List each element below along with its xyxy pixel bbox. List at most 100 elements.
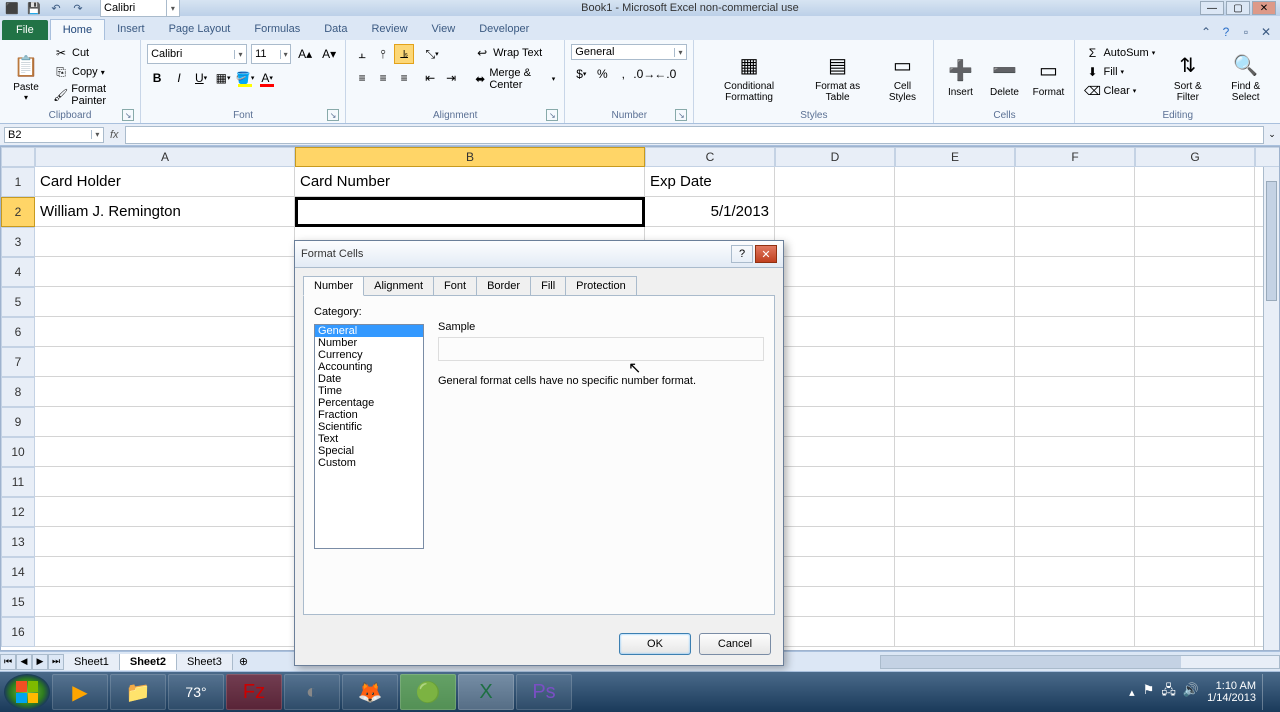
cell-E1[interactable] xyxy=(895,167,1015,197)
cell-A14[interactable] xyxy=(35,557,295,587)
new-sheet-button[interactable]: ⊕ xyxy=(233,655,254,668)
col-header-H[interactable]: H xyxy=(1255,147,1280,167)
qat-font-combo[interactable]: ▾ xyxy=(100,0,180,17)
expand-formula-bar[interactable]: ⌄ xyxy=(1264,129,1280,140)
orientation-icon[interactable]: ⤡▾ xyxy=(422,44,442,64)
cell-F9[interactable] xyxy=(1015,407,1135,437)
align-bottom-icon[interactable]: ⫡ xyxy=(394,44,414,64)
network-icon[interactable]: 🖧 xyxy=(1161,682,1176,697)
comma-format-icon[interactable]: , xyxy=(613,64,633,84)
number-launcher[interactable]: ↘ xyxy=(675,109,687,121)
sheet-tab-sheet3[interactable]: Sheet3 xyxy=(177,654,233,670)
cell-styles-button[interactable]: ▭Cell Styles xyxy=(877,44,927,108)
percent-format-icon[interactable]: % xyxy=(592,64,612,84)
cell-C1[interactable]: Exp Date xyxy=(645,167,775,197)
fill-color-button[interactable]: 🪣▾ xyxy=(235,68,255,88)
cell-D12[interactable] xyxy=(775,497,895,527)
shrink-font-icon[interactable]: A▾ xyxy=(319,44,339,64)
dialog-tab-font[interactable]: Font xyxy=(433,276,477,296)
cell-A8[interactable] xyxy=(35,377,295,407)
find-select-button[interactable]: 🔍Find & Select xyxy=(1217,44,1274,108)
cell-G15[interactable] xyxy=(1135,587,1255,617)
dialog-tab-border[interactable]: Border xyxy=(476,276,531,296)
dialog-tab-protection[interactable]: Protection xyxy=(565,276,637,296)
cell-A1[interactable]: Card Holder xyxy=(35,167,295,197)
cell-A13[interactable] xyxy=(35,527,295,557)
row-header-2[interactable]: 2 xyxy=(1,197,35,227)
cell-E7[interactable] xyxy=(895,347,1015,377)
row-header-8[interactable]: 8 xyxy=(1,377,35,407)
decrease-indent-icon[interactable]: ⇤ xyxy=(420,68,440,88)
ok-button[interactable]: OK xyxy=(619,633,691,655)
copy-button[interactable]: ⎘Copy▾ xyxy=(50,63,134,81)
category-item-special[interactable]: Special xyxy=(315,445,423,457)
taskbar-explorer[interactable]: 📁 xyxy=(110,674,166,710)
dialog-close-button[interactable]: ✕ xyxy=(755,245,777,263)
font-launcher[interactable]: ↘ xyxy=(327,109,339,121)
col-header-E[interactable]: E xyxy=(895,147,1015,167)
cell-E6[interactable] xyxy=(895,317,1015,347)
cell-A15[interactable] xyxy=(35,587,295,617)
sheet-nav-next[interactable]: ▶ xyxy=(32,654,48,670)
col-header-G[interactable]: G xyxy=(1135,147,1255,167)
tab-formulas[interactable]: Formulas xyxy=(242,19,312,40)
row-header-16[interactable]: 16 xyxy=(1,617,35,647)
cancel-button[interactable]: Cancel xyxy=(699,633,771,655)
increase-indent-icon[interactable]: ⇥ xyxy=(441,68,461,88)
cell-D15[interactable] xyxy=(775,587,895,617)
cell-A11[interactable] xyxy=(35,467,295,497)
undo-icon[interactable]: ↶ xyxy=(48,0,64,16)
cell-A4[interactable] xyxy=(35,257,295,287)
category-item-fraction[interactable]: Fraction xyxy=(315,409,423,421)
tab-home[interactable]: Home xyxy=(50,19,105,40)
row-header-14[interactable]: 14 xyxy=(1,557,35,587)
paste-button[interactable]: 📋 Paste ▾ xyxy=(6,44,46,108)
cell-G12[interactable] xyxy=(1135,497,1255,527)
cell-E13[interactable] xyxy=(895,527,1015,557)
sheet-nav-first[interactable]: ⏮ xyxy=(0,654,16,670)
category-item-number[interactable]: Number xyxy=(315,337,423,349)
merge-center-button[interactable]: ⬌Merge & Center▾ xyxy=(471,66,558,92)
taskbar-media-player[interactable]: ▶ xyxy=(52,674,108,710)
taskbar-excel[interactable]: X xyxy=(458,674,514,710)
number-format-combo[interactable]: ▾ xyxy=(571,44,687,60)
cell-F7[interactable] xyxy=(1015,347,1135,377)
cell-G16[interactable] xyxy=(1135,617,1255,647)
category-item-text[interactable]: Text xyxy=(315,433,423,445)
format-cells-button[interactable]: ▭Format xyxy=(1028,44,1068,108)
cell-F3[interactable] xyxy=(1015,227,1135,257)
window-restore-icon[interactable]: ▫ xyxy=(1238,24,1254,40)
cell-A7[interactable] xyxy=(35,347,295,377)
cell-G11[interactable] xyxy=(1135,467,1255,497)
row-header-10[interactable]: 10 xyxy=(1,437,35,467)
format-painter-button[interactable]: 🖌Format Painter xyxy=(50,82,134,108)
cell-E3[interactable] xyxy=(895,227,1015,257)
cell-G13[interactable] xyxy=(1135,527,1255,557)
tray-expand-icon[interactable]: ▴ xyxy=(1129,686,1135,699)
wrap-text-button[interactable]: ↩Wrap Text xyxy=(471,44,558,62)
align-right-icon[interactable]: ≡ xyxy=(394,68,414,88)
cell-F12[interactable] xyxy=(1015,497,1135,527)
cell-D14[interactable] xyxy=(775,557,895,587)
formula-input[interactable] xyxy=(125,126,1264,144)
cell-F10[interactable] xyxy=(1015,437,1135,467)
align-left-icon[interactable]: ≡ xyxy=(352,68,372,88)
minimize-button[interactable]: — xyxy=(1200,1,1224,15)
cell-F11[interactable] xyxy=(1015,467,1135,497)
cell-A3[interactable] xyxy=(35,227,295,257)
cell-D3[interactable] xyxy=(775,227,895,257)
close-button[interactable]: ✕ xyxy=(1252,1,1276,15)
dialog-titlebar[interactable]: Format Cells ? ✕ xyxy=(295,241,783,268)
doc-close-icon[interactable]: ✕ xyxy=(1258,24,1274,40)
cell-A2[interactable]: William J. Remington xyxy=(35,197,295,227)
cell-G2[interactable] xyxy=(1135,197,1255,227)
font-name-combo[interactable]: ▾ xyxy=(147,44,247,64)
font-size-combo[interactable]: ▾ xyxy=(251,44,291,64)
cell-F14[interactable] xyxy=(1015,557,1135,587)
cell-B2[interactable] xyxy=(295,197,645,227)
category-item-time[interactable]: Time xyxy=(315,385,423,397)
tab-data[interactable]: Data xyxy=(312,19,359,40)
italic-button[interactable]: I xyxy=(169,68,189,88)
increase-decimal-icon[interactable]: .0→ xyxy=(634,64,654,84)
row-header-1[interactable]: 1 xyxy=(1,167,35,197)
